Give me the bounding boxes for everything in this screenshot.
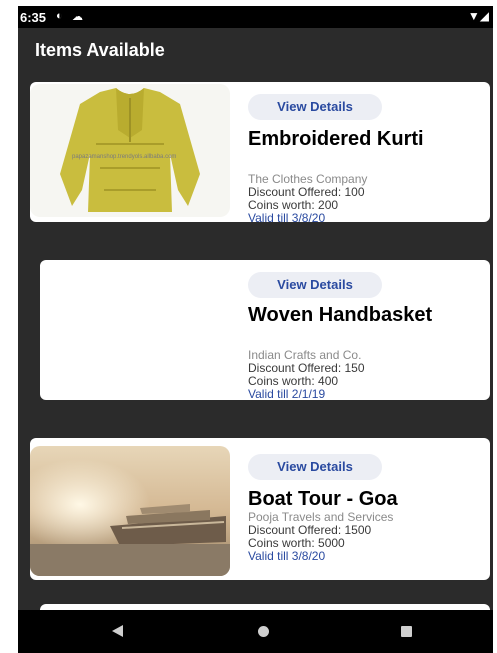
- view-details-button[interactable]: View Details: [248, 94, 382, 120]
- kurti-image: papazamanshop.trendyols.allbaba.com: [30, 84, 230, 217]
- wifi-signal-icon: ▼◢: [467, 9, 489, 23]
- item-valid-date: Valid till 2/1/19: [248, 387, 326, 401]
- view-details-button[interactable]: View Details: [248, 272, 382, 298]
- item-card[interactable]: View Details Boat Tour - Goa Pooja Trave…: [30, 438, 490, 580]
- app-bar: Items Available: [18, 28, 493, 80]
- status-time: 6:35: [20, 10, 47, 25]
- view-details-button[interactable]: View Details: [248, 454, 382, 480]
- cloud-icon: ☁: [72, 11, 83, 23]
- phone-screen: 6:35 ◐ ☁ ▼◢ Items Available papazamansho…: [18, 6, 493, 653]
- recents-icon[interactable]: [401, 626, 412, 637]
- back-icon[interactable]: [112, 625, 123, 637]
- image-watermark: papazamanshop.trendyols.allbaba.com: [72, 154, 176, 160]
- item-card[interactable]: papazamanshop.trendyols.allbaba.com View…: [30, 82, 490, 225]
- home-icon[interactable]: [258, 626, 269, 637]
- item-card[interactable]: View Details Woven Handbasket Indian Cra…: [40, 260, 490, 401]
- notification-icon: ◐: [56, 10, 63, 22]
- item-valid-date: Valid till 3/8/20: [248, 211, 326, 225]
- boat-image: [30, 446, 230, 576]
- item-name: Embroidered Kurti: [248, 128, 424, 150]
- page-title: Items Available: [35, 40, 165, 60]
- item-name: Boat Tour - Goa: [248, 488, 398, 510]
- item-name: Woven Handbasket: [248, 304, 433, 326]
- status-bar: 6:35 ◐ ☁ ▼◢: [18, 6, 493, 28]
- item-valid-date: Valid till 3/8/20: [248, 549, 326, 563]
- navigation-bar: [18, 610, 493, 653]
